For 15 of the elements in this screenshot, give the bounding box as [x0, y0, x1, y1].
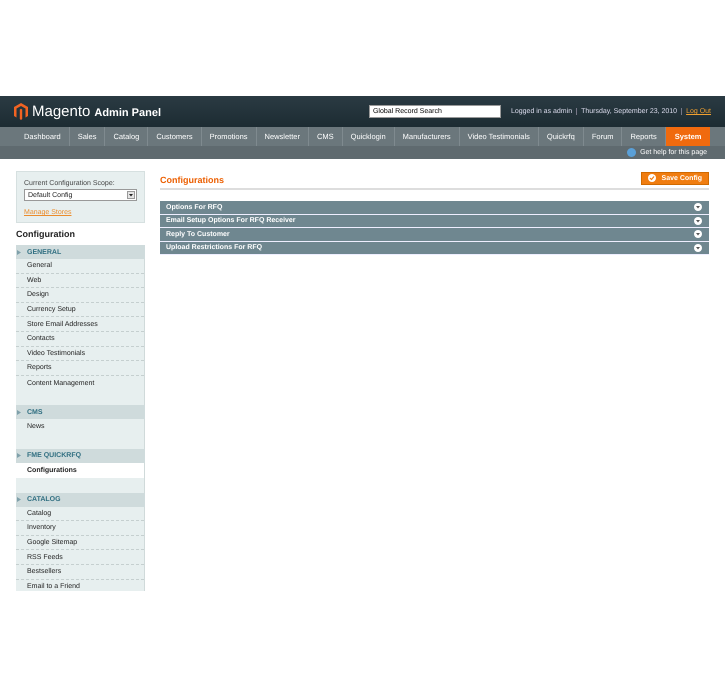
- check-icon: [648, 174, 656, 182]
- logo-text: Magento: [32, 103, 90, 120]
- dropdown-arrow-icon: [127, 191, 135, 199]
- expand-down-icon: [694, 203, 702, 212]
- expand-arrow-icon: [17, 410, 21, 415]
- expand-arrow-icon: [17, 250, 21, 254]
- expand-down-icon: [694, 230, 702, 238]
- help-icon: [627, 148, 636, 157]
- expand-down-icon: [694, 216, 702, 225]
- logo-subtitle: Admin Panel: [94, 107, 161, 119]
- logo-icon: [14, 103, 28, 120]
- expand-arrow-icon: [17, 497, 21, 502]
- expand-arrow-icon: [17, 453, 21, 458]
- expand-down-icon: [694, 244, 702, 252]
- page-title: Configurations: [160, 175, 224, 185]
